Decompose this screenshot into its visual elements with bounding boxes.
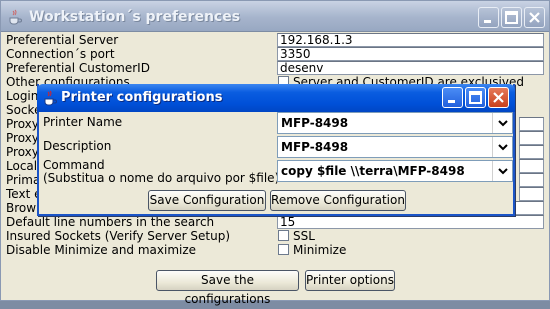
- description-label: Description: [43, 139, 112, 153]
- dialog-minimize-button[interactable]: [442, 87, 463, 108]
- partial-label: Local: [6, 159, 38, 173]
- hidden-field[interactable]: [519, 173, 544, 187]
- dialog-titlebar: Printer configurations: [37, 84, 515, 112]
- partial-label: Proxy: [6, 117, 39, 131]
- preferences-title: Workstation´s preferences: [29, 9, 241, 25]
- customer-id-field[interactable]: desenv: [277, 61, 544, 75]
- maximize-icon: [505, 11, 518, 24]
- minimize-icon: [448, 100, 455, 103]
- close-icon: [493, 92, 504, 103]
- default-line-numbers-label: Default line numbers in the search: [6, 215, 215, 229]
- minimize-icon: [484, 20, 491, 23]
- printer-configurations-dialog: Printer configurations Printer Name MFP-…: [37, 84, 515, 216]
- customer-id-label: Preferential CustomerID: [6, 61, 150, 75]
- partial-label: Login: [6, 89, 39, 103]
- hidden-field[interactable]: [519, 159, 544, 173]
- hidden-field[interactable]: [519, 187, 544, 201]
- partial-label: Proxy: [6, 131, 39, 145]
- chevron-down-icon[interactable]: [492, 137, 512, 157]
- command-value: copy $file \\terra\MFP-8498: [281, 164, 465, 178]
- dialog-close-button[interactable]: [488, 87, 509, 108]
- save-configuration-button[interactable]: Save Configuration: [148, 190, 266, 211]
- command-hint: (Substitua o nome do arquivo por $file): [43, 171, 280, 185]
- minimize-label: Minimize: [293, 243, 347, 257]
- close-icon: [529, 12, 540, 23]
- dialog-maximize-button[interactable]: [465, 87, 486, 108]
- hidden-field[interactable]: [519, 117, 544, 131]
- insured-sockets-label: Insured Sockets (Verify Server Setup): [6, 229, 231, 243]
- hidden-field[interactable]: [519, 131, 544, 145]
- partial-label: Proxy: [6, 145, 39, 159]
- chevron-down-icon[interactable]: [492, 161, 512, 181]
- minimize-button[interactable]: [478, 7, 499, 28]
- connection-port-field[interactable]: 3350: [277, 47, 544, 61]
- minimize-checkbox[interactable]: [278, 244, 289, 255]
- close-button[interactable]: [524, 7, 545, 28]
- ssl-checkbox[interactable]: [278, 230, 289, 241]
- java-coffee-icon: [42, 90, 58, 106]
- maximize-icon: [469, 91, 482, 104]
- dialog-title: Printer configurations: [61, 90, 223, 105]
- chevron-down-icon[interactable]: [492, 113, 512, 133]
- java-coffee-icon: [7, 9, 23, 25]
- connection-port-label: Connection´s port: [6, 47, 115, 61]
- printer-name-label: Printer Name: [43, 115, 123, 129]
- hidden-field[interactable]: [519, 145, 544, 159]
- maximize-button[interactable]: [501, 7, 522, 28]
- preferential-server-field[interactable]: 192.168.1.3: [277, 33, 544, 47]
- printer-name-value: MFP-8498: [281, 116, 349, 130]
- ssl-label: SSL: [293, 229, 315, 243]
- description-combo[interactable]: MFP-8498: [277, 136, 513, 158]
- printer-options-button[interactable]: Printer options: [305, 270, 395, 291]
- remove-configuration-button[interactable]: Remove Configuration: [270, 190, 406, 211]
- default-line-numbers-field[interactable]: 15: [277, 215, 544, 229]
- preferential-server-label: Preferential Server: [6, 33, 119, 47]
- partial-label: Brow: [6, 201, 37, 215]
- printer-name-combo[interactable]: MFP-8498: [277, 112, 513, 134]
- command-combo[interactable]: copy $file \\terra\MFP-8498: [277, 160, 513, 182]
- disable-minimize-label: Disable Minimize and maximize: [6, 243, 197, 257]
- partial-label: Prima: [6, 173, 41, 187]
- description-value: MFP-8498: [281, 140, 349, 154]
- save-configurations-button[interactable]: Save the configurations: [156, 270, 299, 306]
- preferences-titlebar: Workstation´s preferences: [1, 1, 549, 32]
